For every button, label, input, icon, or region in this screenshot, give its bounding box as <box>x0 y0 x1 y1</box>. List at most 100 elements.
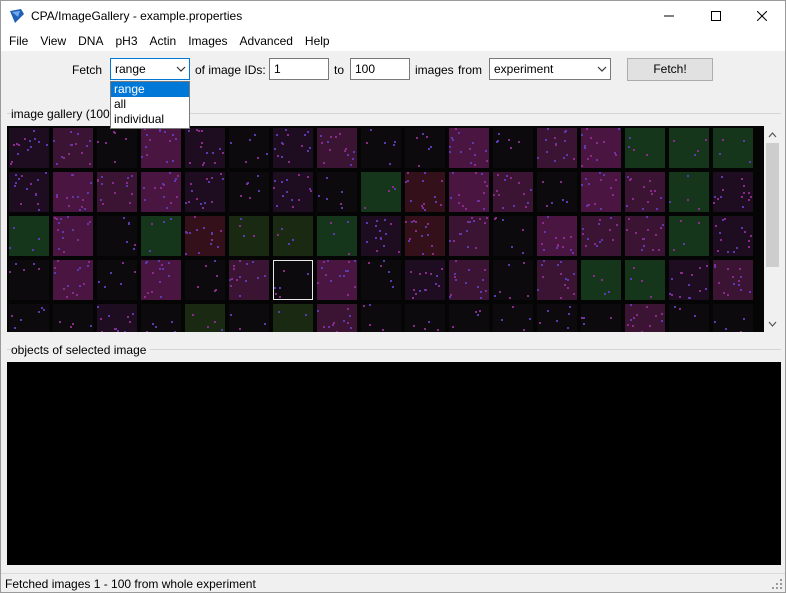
gallery-thumbnail[interactable] <box>273 128 313 168</box>
gallery-thumbnail[interactable] <box>581 172 621 212</box>
gallery-thumbnail[interactable] <box>625 128 665 168</box>
gallery-thumbnail[interactable] <box>229 128 269 168</box>
gallery-thumbnail[interactable] <box>229 216 269 256</box>
minimize-button[interactable] <box>646 1 692 31</box>
gallery-thumbnail[interactable] <box>185 260 225 300</box>
menu-images[interactable]: Images <box>182 31 233 51</box>
gallery-thumbnail[interactable] <box>493 260 533 300</box>
dropdown-option-individual[interactable]: individual <box>111 112 189 127</box>
gallery-thumbnail[interactable] <box>97 216 137 256</box>
gallery-thumbnail[interactable] <box>53 260 93 300</box>
gallery-thumbnail[interactable] <box>317 260 357 300</box>
gallery-thumbnail[interactable] <box>537 128 577 168</box>
objects-panel[interactable] <box>7 362 781 565</box>
menu-dna[interactable]: DNA <box>72 31 109 51</box>
dropdown-option-range[interactable]: range <box>111 82 189 97</box>
gallery-thumbnail[interactable] <box>141 128 181 168</box>
gallery-thumbnail[interactable] <box>317 304 357 332</box>
gallery-thumbnail[interactable] <box>449 216 489 256</box>
gallery-thumbnail[interactable] <box>53 216 93 256</box>
to-id-input[interactable]: 100 <box>350 58 410 80</box>
gallery-thumbnail[interactable] <box>493 128 533 168</box>
gallery-thumbnail[interactable] <box>97 304 137 332</box>
gallery-thumbnail[interactable] <box>581 304 621 332</box>
gallery-thumbnail[interactable] <box>9 260 49 300</box>
gallery-thumbnail[interactable] <box>537 216 577 256</box>
gallery-thumbnail[interactable] <box>185 304 225 332</box>
gallery-thumbnail[interactable] <box>229 172 269 212</box>
close-button[interactable] <box>739 1 785 31</box>
gallery-thumbnail[interactable] <box>273 260 313 300</box>
gallery-thumbnail[interactable] <box>669 128 709 168</box>
gallery-thumbnail[interactable] <box>9 128 49 168</box>
gallery-thumbnail[interactable] <box>141 172 181 212</box>
scroll-up-button[interactable] <box>764 126 781 143</box>
menu-file[interactable]: File <box>3 31 34 51</box>
gallery-scrollbar[interactable] <box>764 126 781 332</box>
scroll-down-button[interactable] <box>764 315 781 332</box>
gallery-thumbnail[interactable] <box>581 216 621 256</box>
gallery-thumbnail[interactable] <box>53 128 93 168</box>
gallery-thumbnail[interactable] <box>97 172 137 212</box>
gallery-thumbnail[interactable] <box>669 172 709 212</box>
gallery-thumbnail[interactable] <box>449 128 489 168</box>
gallery-thumbnail[interactable] <box>449 304 489 332</box>
gallery-thumbnail[interactable] <box>625 304 665 332</box>
gallery-thumbnail[interactable] <box>625 216 665 256</box>
gallery-thumbnail[interactable] <box>537 304 577 332</box>
gallery-thumbnail[interactable] <box>405 128 445 168</box>
gallery-thumbnail[interactable] <box>9 216 49 256</box>
gallery-thumbnail[interactable] <box>273 304 313 332</box>
menu-view[interactable]: View <box>34 31 72 51</box>
gallery-thumbnail[interactable] <box>449 260 489 300</box>
gallery-thumbnail[interactable] <box>625 172 665 212</box>
gallery-thumbnail[interactable] <box>317 172 357 212</box>
gallery-thumbnail[interactable] <box>669 216 709 256</box>
gallery-thumbnail[interactable] <box>669 260 709 300</box>
gallery-thumbnail[interactable] <box>229 260 269 300</box>
gallery-thumbnail[interactable] <box>713 216 753 256</box>
menu-advanced[interactable]: Advanced <box>234 31 299 51</box>
scroll-thumb[interactable] <box>766 143 779 267</box>
gallery-thumbnail[interactable] <box>581 128 621 168</box>
gallery-thumbnail[interactable] <box>185 128 225 168</box>
gallery-thumbnail[interactable] <box>97 128 137 168</box>
gallery-thumbnail[interactable] <box>185 216 225 256</box>
gallery-thumbnail[interactable] <box>273 172 313 212</box>
fetch-mode-select[interactable]: range <box>110 58 190 80</box>
gallery-thumbnail[interactable] <box>581 260 621 300</box>
gallery-thumbnail[interactable] <box>493 304 533 332</box>
gallery-thumbnail[interactable] <box>97 260 137 300</box>
gallery-thumbnail[interactable] <box>9 304 49 332</box>
gallery-thumbnail[interactable] <box>141 304 181 332</box>
gallery-thumbnail[interactable] <box>713 128 753 168</box>
resize-grip-icon[interactable] <box>771 578 783 590</box>
from-id-input[interactable]: 1 <box>269 58 329 80</box>
gallery-thumbnail[interactable] <box>449 172 489 212</box>
fetch-button[interactable]: Fetch! <box>627 58 713 81</box>
gallery-thumbnail[interactable] <box>361 128 401 168</box>
gallery-thumbnail[interactable] <box>361 172 401 212</box>
gallery-thumbnail[interactable] <box>713 260 753 300</box>
gallery-thumbnail[interactable] <box>405 304 445 332</box>
menu-ph3[interactable]: pH3 <box>109 31 143 51</box>
gallery-thumbnail[interactable] <box>493 216 533 256</box>
gallery-thumbnail[interactable] <box>141 216 181 256</box>
gallery-thumbnail[interactable] <box>53 304 93 332</box>
gallery-thumbnail[interactable] <box>185 172 225 212</box>
gallery-thumbnail[interactable] <box>317 128 357 168</box>
image-gallery[interactable] <box>7 126 764 332</box>
maximize-button[interactable] <box>693 1 739 31</box>
gallery-thumbnail[interactable] <box>361 304 401 332</box>
gallery-thumbnail[interactable] <box>9 172 49 212</box>
gallery-thumbnail[interactable] <box>229 304 269 332</box>
source-select[interactable]: experiment <box>489 58 611 80</box>
gallery-thumbnail[interactable] <box>537 260 577 300</box>
menu-actin[interactable]: Actin <box>144 31 183 51</box>
gallery-thumbnail[interactable] <box>273 216 313 256</box>
gallery-thumbnail[interactable] <box>317 216 357 256</box>
menu-help[interactable]: Help <box>299 31 336 51</box>
gallery-thumbnail[interactable] <box>493 172 533 212</box>
gallery-thumbnail[interactable] <box>405 216 445 256</box>
gallery-thumbnail[interactable] <box>361 216 401 256</box>
